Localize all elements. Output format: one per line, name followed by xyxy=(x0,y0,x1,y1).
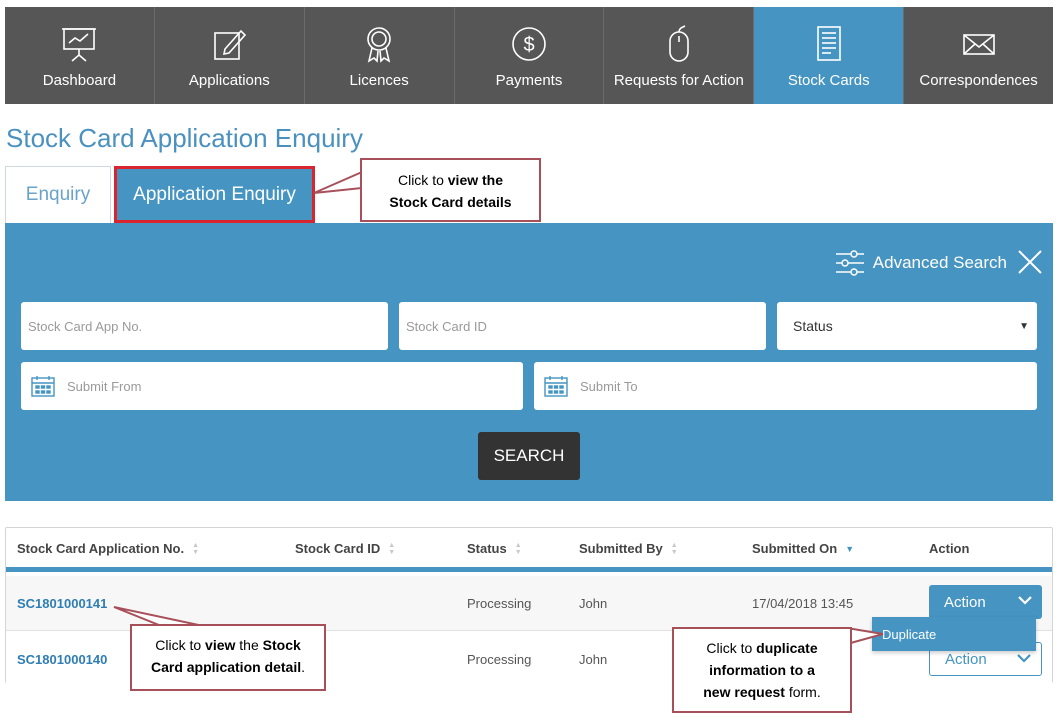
caret-down-icon: ▼ xyxy=(1019,320,1029,332)
app-no-input[interactable] xyxy=(28,302,388,350)
submit-from-field xyxy=(21,362,523,410)
status-cell: Processing xyxy=(467,596,532,611)
column-header-label: Submitted On xyxy=(752,541,838,556)
table-header: Stock Card Application No. ▲ ▼ Stock Card… xyxy=(6,528,1052,572)
chevron-down-icon xyxy=(1017,654,1031,663)
callout-bold: Card application detail xyxy=(150,659,302,675)
callout-text: Click to xyxy=(397,172,448,188)
svg-text:$: $ xyxy=(523,34,534,56)
action-button[interactable]: Action xyxy=(929,585,1042,619)
column-header-app-no[interactable]: Stock Card Application No. ▲ ▼ xyxy=(17,541,199,556)
nav-item-stock-cards[interactable]: Stock Cards xyxy=(754,7,905,104)
sort-descending-icon: ▼ xyxy=(845,543,855,554)
app-no-link[interactable]: SC1801000140 xyxy=(17,652,107,667)
callout-bold: duplicate xyxy=(756,640,818,656)
nav-item-correspondences[interactable]: Correspondences xyxy=(904,7,1053,104)
nav-item-dashboard[interactable]: Dashboard xyxy=(5,7,155,104)
chevron-down-icon xyxy=(1018,596,1032,605)
submitted-by-cell: John xyxy=(579,596,608,611)
advanced-search-label: Advanced Search xyxy=(872,253,1007,272)
mouse-icon xyxy=(669,25,689,62)
search-panel: Advanced Search Status ▼ SEARCH xyxy=(5,223,1053,501)
callout-text: . xyxy=(301,659,306,675)
app-no-field xyxy=(21,302,388,350)
nav-item-licences[interactable]: Licences xyxy=(305,7,455,104)
callout-bold: view xyxy=(205,637,236,653)
column-header-action: Action xyxy=(929,541,969,556)
submit-to-field xyxy=(534,362,1037,410)
row-callout: Click to view the Stock Card application… xyxy=(130,624,326,691)
nav-label: Requests for Action xyxy=(613,72,744,89)
callout-text: the xyxy=(235,637,263,653)
nav-item-requests-for-action[interactable]: Requests for Action xyxy=(604,7,755,104)
top-navigation: Dashboard Applications Licences $ Paymen… xyxy=(5,7,1053,104)
sort-icon: ▲ ▼ xyxy=(192,541,200,556)
column-header-label: Status xyxy=(467,541,507,556)
card-id-field xyxy=(399,302,766,350)
submit-to-input[interactable] xyxy=(580,362,1037,410)
callout-bold: new request xyxy=(703,684,785,700)
action-button-label: Action xyxy=(945,650,987,668)
nav-label: Dashboard xyxy=(42,72,117,89)
duplicate-menu-item[interactable]: Duplicate xyxy=(872,617,1036,651)
search-button[interactable]: SEARCH xyxy=(478,432,580,480)
column-header-card-id[interactable]: Stock Card ID ▲ ▼ xyxy=(295,541,395,556)
callout-bold: view the xyxy=(447,172,504,188)
callout-text: Click to xyxy=(706,640,757,656)
nav-item-payments[interactable]: $ Payments xyxy=(455,7,605,104)
nav-label: Applications xyxy=(188,72,270,89)
dollar-coin-icon: $ xyxy=(512,27,546,61)
callout-bold: Stock xyxy=(262,637,301,653)
column-header-label: Stock Card ID xyxy=(295,541,381,556)
edit-document-icon xyxy=(214,29,247,60)
callout-pointer xyxy=(313,170,363,194)
status-select-value: Status xyxy=(793,318,833,334)
advanced-search-toggle[interactable]: Advanced Search xyxy=(835,249,1007,277)
document-list-icon xyxy=(816,26,841,61)
nav-label: Stock Cards xyxy=(787,72,870,89)
column-header-label: Action xyxy=(929,541,970,556)
sort-icon: ▲ ▼ xyxy=(514,541,522,556)
submit-from-input[interactable] xyxy=(67,362,523,410)
envelope-icon xyxy=(962,34,995,55)
presentation-board-icon xyxy=(62,28,97,62)
duplicate-callout: Click to duplicate information to a new … xyxy=(672,627,852,713)
column-header-submitted-by[interactable]: Submitted By ▲ ▼ xyxy=(579,541,678,556)
nav-label: Payments xyxy=(495,72,563,89)
tab-enquiry[interactable]: Enquiry xyxy=(5,166,111,223)
column-header-label: Stock Card Application No. xyxy=(17,541,185,556)
column-header-label: Submitted By xyxy=(579,541,663,556)
submitted-on-cell: 17/04/2018 13:45 xyxy=(752,596,854,611)
close-icon[interactable] xyxy=(1017,249,1043,275)
callout-bold: information to a xyxy=(709,662,815,678)
action-button-label: Action xyxy=(944,593,986,611)
tab-application-enquiry[interactable]: Application Enquiry xyxy=(114,166,315,223)
status-select[interactable]: Status ▼ xyxy=(777,302,1037,350)
calendar-icon[interactable] xyxy=(31,375,55,397)
card-id-input[interactable] xyxy=(406,302,766,350)
sort-icon: ▲ ▼ xyxy=(670,541,678,556)
app-no-link[interactable]: SC1801000141 xyxy=(17,596,107,611)
submitted-by-cell: John xyxy=(579,652,608,667)
tab-callout: Click to view the Stock Card details xyxy=(360,158,541,222)
calendar-icon[interactable] xyxy=(544,375,568,397)
page-title: Stock Card Application Enquiry xyxy=(6,123,363,153)
nav-item-applications[interactable]: Applications xyxy=(155,7,305,104)
callout-bold: Stock Card details xyxy=(389,194,512,210)
column-header-submitted-on[interactable]: Submitted On ▼ xyxy=(752,541,854,556)
column-header-status[interactable]: Status ▲ ▼ xyxy=(467,541,522,556)
callout-text: Click to xyxy=(155,637,206,653)
award-ribbon-icon xyxy=(367,27,391,63)
nav-label: Licences xyxy=(349,72,409,89)
nav-label: Correspondences xyxy=(919,72,1038,89)
callout-text: form. xyxy=(784,684,821,700)
sort-icon: ▲ ▼ xyxy=(388,541,396,556)
sliders-icon xyxy=(835,250,864,276)
status-cell: Processing xyxy=(467,652,532,667)
